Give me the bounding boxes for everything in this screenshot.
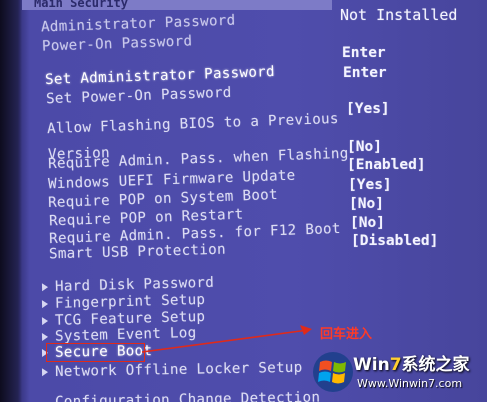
windows-logo-icon <box>313 352 353 392</box>
allow-flashing-bios-label[interactable]: Allow Flashing BIOS to a Previous <box>47 111 339 137</box>
submenu-arrow-icon <box>41 316 49 326</box>
enter-annotation-label: 回车进入 <box>320 327 373 342</box>
require-pop-boot-value[interactable]: [No] <box>349 196 384 212</box>
submenu-arrow-icon <box>41 283 49 292</box>
set-poweron-password-item[interactable]: Set Power-On Password <box>46 85 232 107</box>
red-arrow-icon <box>141 325 312 353</box>
submenu-arrow-icon <box>41 332 49 342</box>
submenu-label: Network Offline Locker Setup <box>54 359 303 381</box>
set-poweron-password-value: Enter <box>343 65 387 81</box>
win7-watermark: Win7系统之家 Www.Winwin7.com <box>311 346 481 400</box>
secure-boot-highlight-box <box>46 343 145 362</box>
brand-prefix: Win <box>353 355 390 375</box>
set-admin-password-item[interactable]: Set Administrator Password <box>45 64 275 88</box>
submenu-network-offline-locker[interactable]: Network Offline Locker Setup <box>41 359 303 381</box>
version-value[interactable]: [No] <box>347 139 382 155</box>
watermark-url: Www.Winwin7.com <box>357 377 463 390</box>
monitor-bezel <box>0 0 22 402</box>
admin-password-status-label: Administrator Password <box>40 12 236 36</box>
allow-flashing-bios-value[interactable]: [Yes] <box>346 101 390 117</box>
poweron-password-status-label: Power-On Password <box>41 33 193 55</box>
brand-suffix: 系统之家 <box>401 355 470 375</box>
require-admin-f12-value[interactable]: [Disabled] <box>351 233 438 249</box>
uefi-firmware-update-value[interactable]: [Yes] <box>348 177 392 193</box>
set-admin-password-value: Enter <box>342 45 386 61</box>
submenu-arrow-icon <box>41 299 49 309</box>
submenu-arrow-icon <box>41 368 49 377</box>
require-admin-flashing-value[interactable]: [Enabled] <box>347 157 426 173</box>
submenu-label: Configuration Change Detection <box>54 389 321 402</box>
submenu-configuration-change-detection[interactable]: Configuration Change Detection <box>42 390 320 402</box>
brand-seven: 7 <box>389 355 402 375</box>
bios-screen: Main Security Not Installed Administrato… <box>0 0 487 402</box>
watermark-brand: Win7系统之家 <box>353 350 470 375</box>
require-pop-restart-value[interactable]: [No] <box>350 215 385 231</box>
smart-usb-protection-label[interactable]: Smart USB Protection <box>49 242 226 263</box>
